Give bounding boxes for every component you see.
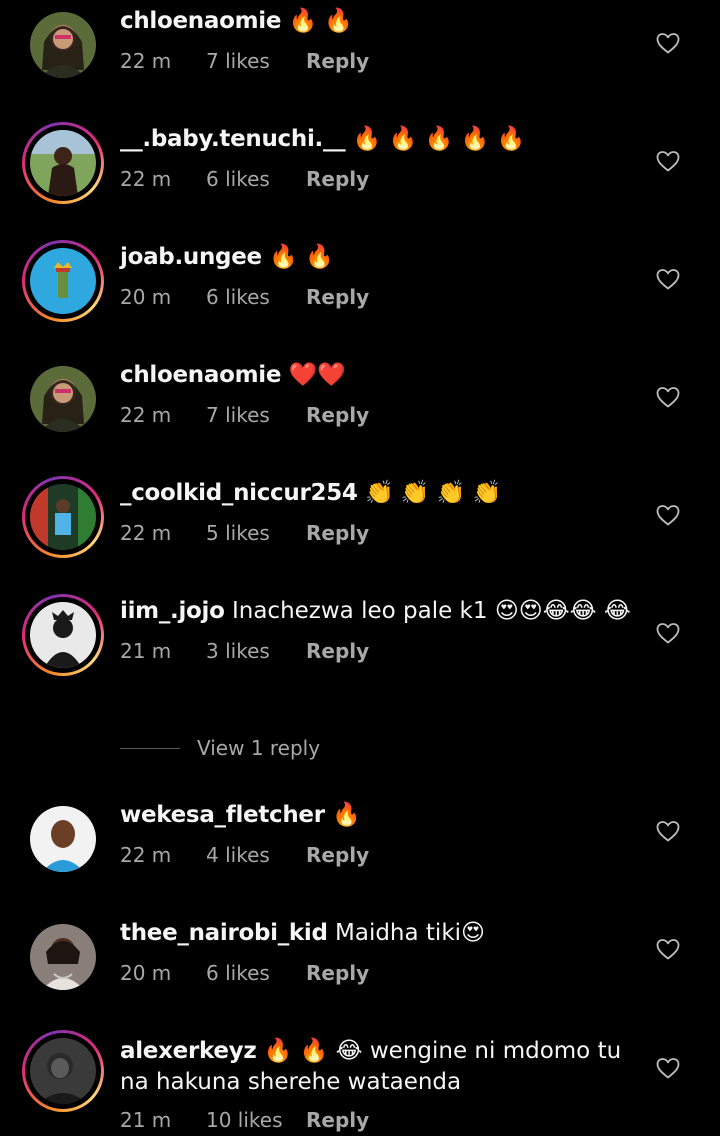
comment-emoji: 🔥 🔥 😂 — [263, 1038, 363, 1064]
comment-username[interactable]: __.baby.tenuchi.__ — [120, 126, 346, 152]
comment-emoji: 🔥 🔥 — [269, 244, 334, 270]
avatar[interactable] — [22, 4, 104, 86]
avatar[interactable] — [22, 1030, 104, 1112]
comment-time: 21 m — [120, 639, 172, 663]
comment-time: 22 m — [120, 521, 172, 545]
comment-body: Inachezwa leo pale k1 — [231, 598, 488, 624]
reply-button[interactable]: Reply — [306, 167, 369, 191]
comment-text: wekesa_fletcher 🔥 — [120, 800, 640, 831]
comment-username[interactable]: chloenaomie — [120, 362, 281, 388]
avatar[interactable] — [22, 594, 104, 676]
comment-username[interactable]: thee_nairobi_kid — [120, 920, 328, 946]
comment-likes[interactable]: 6 likes — [206, 285, 306, 309]
comment-likes[interactable]: 6 likes — [206, 167, 306, 191]
comment-text: iim_.jojo Inachezwa leo pale k1 😍😍😂😂 😂 — [120, 596, 640, 627]
comment-text: chloenaomie ❤️❤️ — [120, 360, 640, 391]
comment-emoji: 🔥 🔥 — [288, 8, 354, 34]
comment-meta: 22 m 4 likes Reply — [120, 841, 640, 869]
heart-outline-icon[interactable] — [655, 621, 681, 645]
reply-button[interactable]: Reply — [306, 521, 369, 545]
heart-outline-icon[interactable] — [655, 31, 681, 55]
heart-outline-icon[interactable] — [655, 503, 681, 527]
reply-button[interactable]: Reply — [306, 49, 369, 73]
avatar[interactable] — [22, 358, 104, 440]
heart-outline-icon[interactable] — [655, 937, 681, 961]
reply-button[interactable]: Reply — [306, 1108, 369, 1132]
reply-button[interactable]: Reply — [306, 403, 369, 427]
comment-text: _coolkid_niccur254 👏 👏 👏 👏 — [120, 478, 640, 509]
avatar[interactable] — [22, 240, 104, 322]
comment-likes[interactable]: 7 likes — [206, 49, 306, 73]
comment-time: 22 m — [120, 167, 172, 191]
comment-emoji: 😍 — [461, 920, 486, 946]
comment-time: 22 m — [120, 403, 172, 427]
comment-likes[interactable]: 5 likes — [206, 521, 306, 545]
comment-emoji: 😍😍😂😂 😂 — [494, 598, 631, 624]
comment-time: 21 m — [120, 1108, 172, 1132]
comment-text: __.baby.tenuchi.__ 🔥 🔥 🔥 🔥 🔥 — [120, 124, 640, 155]
comment-time: 22 m — [120, 843, 172, 867]
comment-username[interactable]: alexerkeyz — [120, 1038, 257, 1064]
comment-time: 22 m — [120, 49, 172, 73]
heart-outline-icon[interactable] — [655, 149, 681, 173]
comment-time: 20 m — [120, 961, 172, 985]
reply-button[interactable]: Reply — [306, 961, 369, 985]
comment-meta: 21 m 10 likes Reply — [120, 1106, 640, 1134]
comment-emoji: 👏 👏 👏 👏 — [364, 480, 502, 506]
avatar[interactable] — [22, 122, 104, 204]
comment-text: thee_nairobi_kid Maidha tiki😍 — [120, 918, 640, 949]
reply-button[interactable]: Reply — [306, 639, 369, 663]
avatar[interactable] — [22, 798, 104, 880]
comment-likes[interactable]: 6 likes — [206, 961, 306, 985]
avatar[interactable] — [22, 916, 104, 998]
heart-outline-icon[interactable] — [655, 267, 681, 291]
comment-meta: 22 m 6 likes Reply — [120, 165, 640, 193]
comment-username[interactable]: _coolkid_niccur254 — [120, 480, 358, 506]
comment-username[interactable]: wekesa_fletcher — [120, 802, 325, 828]
comment-likes[interactable]: 4 likes — [206, 843, 306, 867]
comment-emoji: 🔥 🔥 🔥 🔥 🔥 — [352, 126, 526, 152]
comment-emoji: ❤️❤️ — [288, 362, 346, 388]
comment-body: Maidha tiki — [335, 920, 462, 946]
heart-outline-icon[interactable] — [655, 1056, 681, 1080]
comment-meta: 22 m 5 likes Reply — [120, 519, 640, 547]
heart-outline-icon[interactable] — [655, 819, 681, 843]
comment-time: 20 m — [120, 285, 172, 309]
comment-meta: 22 m 7 likes Reply — [120, 401, 640, 429]
reply-divider — [120, 747, 180, 749]
comment-meta: 22 m 7 likes Reply — [120, 47, 640, 75]
comment-meta: 21 m 3 likes Reply — [120, 637, 640, 665]
comment-text: chloenaomie 🔥 🔥 — [120, 6, 640, 37]
comment-meta: 20 m 6 likes Reply — [120, 283, 640, 311]
comment-likes[interactable]: 3 likes — [206, 639, 306, 663]
comment-username[interactable]: iim_.jojo — [120, 598, 225, 624]
comment-likes[interactable]: 7 likes — [206, 403, 306, 427]
view-replies-button[interactable]: View 1 reply — [120, 734, 320, 762]
comment-text: alexerkeyz 🔥 🔥 😂 wengine ni mdomo tu na … — [120, 1036, 640, 1098]
avatar[interactable] — [22, 476, 104, 558]
comment-emoji: 🔥 — [332, 802, 361, 828]
reply-button[interactable]: Reply — [306, 843, 369, 867]
view-replies-label[interactable]: View 1 reply — [197, 736, 320, 760]
comment-meta: 20 m 6 likes Reply — [120, 959, 640, 987]
heart-outline-icon[interactable] — [655, 385, 681, 409]
reply-button[interactable]: Reply — [306, 285, 369, 309]
comment-username[interactable]: chloenaomie — [120, 8, 281, 34]
comment-text: joab.ungee 🔥 🔥 — [120, 242, 640, 273]
comment-username[interactable]: joab.ungee — [120, 244, 262, 270]
comment-likes[interactable]: 10 likes — [206, 1108, 306, 1132]
